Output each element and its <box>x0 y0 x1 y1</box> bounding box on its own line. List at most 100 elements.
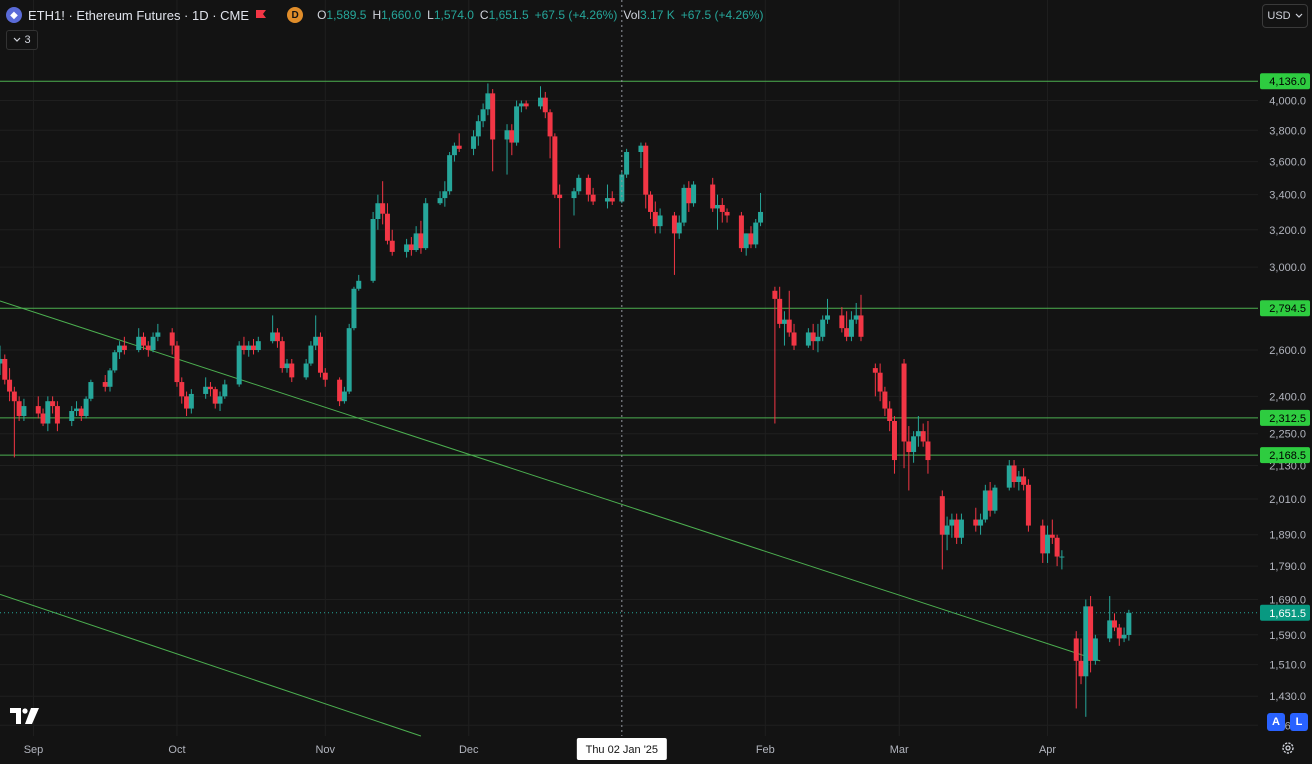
price-tick-label: 3,000.0 <box>1269 262 1306 274</box>
candle <box>738 211 744 252</box>
gear-icon[interactable] <box>1281 741 1295 755</box>
candle <box>346 323 352 394</box>
candle <box>643 142 649 209</box>
candle <box>944 516 950 551</box>
candle-body <box>882 391 888 409</box>
symbol-title[interactable]: ETH1! · Ethereum Futures · 1D · CME <box>28 8 249 23</box>
candle-body <box>351 288 357 329</box>
candle-body <box>1092 638 1098 661</box>
candle-body <box>954 519 960 538</box>
candle-body <box>1054 537 1060 557</box>
price-tick-label: 1,510.0 <box>1269 660 1306 672</box>
candle-body <box>337 379 343 402</box>
price-chart[interactable]: Thu 02 Jan '25 4,000.0 3,800.0 3,600.0 3,40… <box>0 0 1312 764</box>
candle-body <box>753 222 759 245</box>
candle <box>786 290 792 337</box>
candle-body <box>88 382 94 399</box>
candle <box>212 386 218 409</box>
price-tick-label: 1,590.0 <box>1269 630 1306 642</box>
candle-body <box>820 319 826 337</box>
candle-body <box>1040 525 1046 554</box>
candle <box>853 302 859 324</box>
candle <box>648 191 654 220</box>
candle <box>284 358 290 373</box>
candle-body <box>1025 484 1031 526</box>
candle <box>102 375 108 392</box>
indicator-count: 3 <box>24 34 31 46</box>
log-scale-button[interactable]: L <box>1290 713 1308 731</box>
candle-body <box>1006 465 1012 488</box>
candle-body <box>451 145 457 156</box>
candle-body <box>21 406 27 416</box>
candle-body <box>743 233 749 249</box>
candle <box>418 220 424 254</box>
candle-body <box>1049 534 1055 538</box>
candle-body <box>289 363 295 378</box>
candle-body <box>78 408 84 416</box>
candle-body <box>423 203 429 249</box>
candle-body <box>404 244 410 252</box>
candle-body <box>949 519 955 526</box>
candle-body <box>1073 638 1079 661</box>
candle <box>45 396 51 432</box>
candle-body <box>987 490 993 511</box>
candle-body <box>50 401 56 407</box>
candle <box>681 184 687 227</box>
candle <box>504 124 510 175</box>
candle-body <box>978 519 984 526</box>
candle <box>714 194 720 230</box>
auto-scale-button[interactable]: A <box>1267 713 1285 731</box>
candle <box>322 368 328 387</box>
ethereum-icon[interactable]: ◆ <box>6 7 22 23</box>
candle-body <box>557 194 563 199</box>
candle-body <box>83 398 89 416</box>
candle <box>236 341 242 387</box>
time-tick-label: Dec <box>459 744 479 756</box>
candle <box>203 377 209 399</box>
candle <box>887 401 893 432</box>
candle <box>475 115 481 146</box>
candle-body <box>1078 660 1084 677</box>
candle <box>74 401 80 416</box>
candle <box>872 363 878 397</box>
candle-body <box>676 222 682 234</box>
level-label: 2,312.5 <box>1269 413 1306 425</box>
candle <box>552 133 558 199</box>
candle-body <box>1116 627 1122 639</box>
tradingview-logo[interactable] <box>10 708 40 724</box>
candle <box>973 507 979 532</box>
candle <box>839 307 845 333</box>
currency-button[interactable]: USD <box>1262 4 1308 28</box>
indicators-toggle-button[interactable]: 3 <box>6 30 38 50</box>
candle-body <box>939 496 945 535</box>
candle-body <box>490 93 496 140</box>
crosshair-date-label: Thu 02 Jan '25 <box>586 744 658 756</box>
flag-icon[interactable] <box>255 9 267 21</box>
candle-body <box>69 411 75 422</box>
time-axis: Sep Oct Nov Dec Feb Mar Apr <box>24 744 1057 756</box>
candle <box>1045 525 1051 563</box>
candle <box>289 358 295 383</box>
candle-body <box>542 97 548 113</box>
candle-body <box>848 319 854 337</box>
candle <box>781 311 787 346</box>
time-tick-label: Sep <box>24 744 44 756</box>
ohlc-values: O1,589.5 H1,660.0 L1,574.0 C1,651.5 +67.… <box>317 8 764 22</box>
candle-body <box>714 204 720 209</box>
candles <box>0 83 1132 717</box>
candle-body <box>982 490 988 520</box>
candle <box>174 341 180 387</box>
candle <box>83 396 89 419</box>
candle-body <box>217 396 223 404</box>
candle-body <box>786 319 792 333</box>
candle <box>1021 468 1027 491</box>
candle <box>184 391 190 416</box>
candle-body <box>54 406 60 424</box>
candle-body <box>322 372 328 380</box>
candle-body <box>45 401 51 424</box>
candle-body <box>341 391 347 402</box>
candle-body <box>1088 606 1094 661</box>
candle-body <box>920 431 926 442</box>
candle <box>848 311 854 342</box>
candle-body <box>136 336 142 351</box>
